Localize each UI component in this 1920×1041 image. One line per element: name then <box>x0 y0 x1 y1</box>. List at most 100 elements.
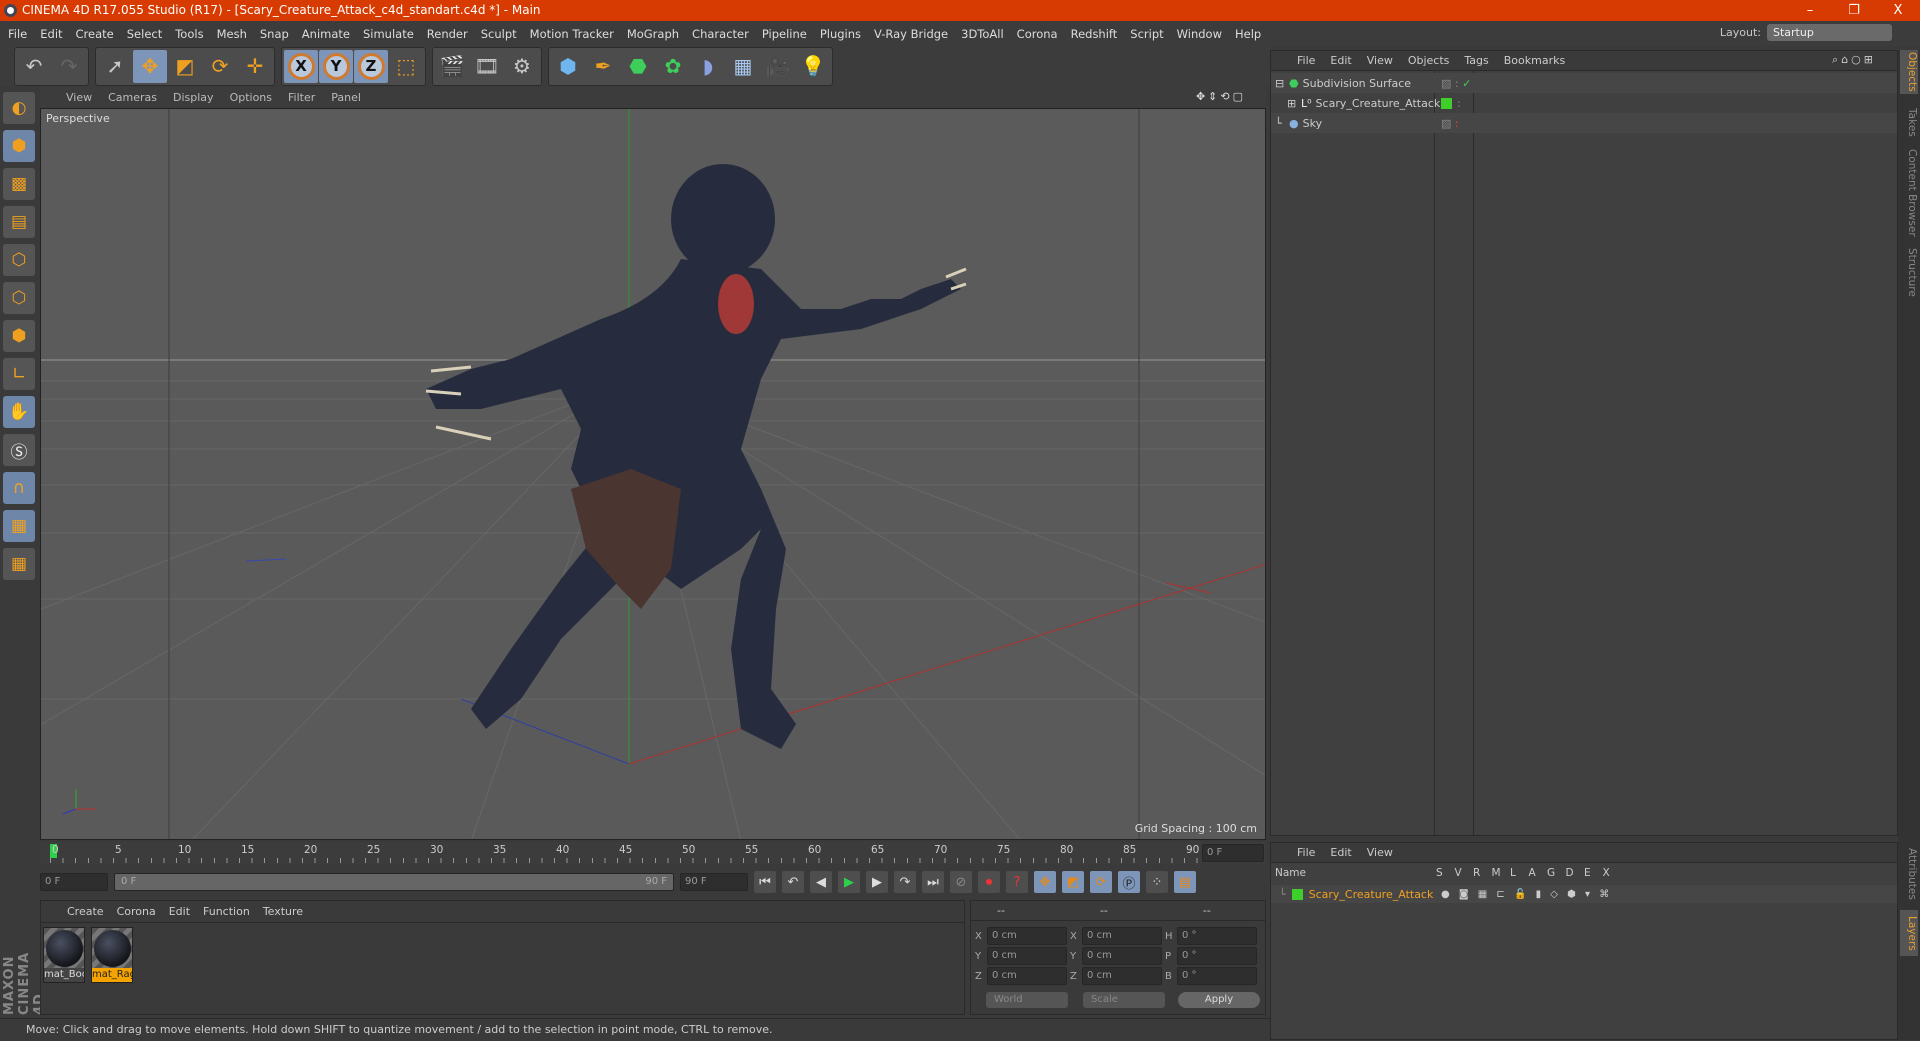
objects-menu-view[interactable]: View <box>1367 54 1393 67</box>
transform-tool-icon[interactable]: ✛ <box>238 50 272 83</box>
layers-menu-edit[interactable]: Edit <box>1330 846 1351 859</box>
material-menu-create[interactable]: Create <box>67 905 104 918</box>
objects-menu-file[interactable]: File <box>1297 54 1315 67</box>
objects-menu-bookmarks[interactable]: Bookmarks <box>1504 54 1565 67</box>
material-swatch[interactable]: mat_Boc <box>43 927 85 983</box>
transform-mode-dropdown[interactable]: Scale <box>1083 992 1165 1008</box>
layer-toggle-icons[interactable]: ● ◙ ▦ ⊏ 🔓 ▮ ◇ ⬢ ▾ ⌘ <box>1441 889 1612 900</box>
viewport-menu-display[interactable]: Display <box>173 91 214 104</box>
autokey-icon[interactable]: ? <box>1006 871 1028 893</box>
viewport-menu-view[interactable]: View <box>66 91 92 104</box>
close-button[interactable]: X <box>1876 0 1920 21</box>
layer-color-swatch[interactable] <box>1291 888 1303 900</box>
menu-plugins[interactable]: Plugins <box>820 27 861 41</box>
menu-window[interactable]: Window <box>1177 27 1222 41</box>
objects-menu-objects[interactable]: Objects <box>1408 54 1450 67</box>
coordinate-space-dropdown[interactable]: World <box>986 992 1068 1008</box>
tab-objects[interactable]: Objects <box>1900 50 1918 94</box>
menu-simulate[interactable]: Simulate <box>363 27 414 41</box>
menu-render[interactable]: Render <box>427 27 468 41</box>
layer-column-d[interactable]: D <box>1566 867 1574 883</box>
x-axis-lock[interactable]: X <box>284 49 318 83</box>
layers-menu-view[interactable]: View <box>1367 846 1393 859</box>
minimize-button[interactable]: – <box>1788 0 1832 21</box>
viewport-menu-panel[interactable]: Panel <box>331 91 361 104</box>
polygons-mode-icon[interactable]: ⬢ <box>3 320 35 352</box>
menu-redshift[interactable]: Redshift <box>1071 27 1118 41</box>
layer-column-x[interactable]: X <box>1603 867 1610 883</box>
layout-dropdown[interactable]: Startup <box>1767 24 1892 41</box>
menu-sculpt[interactable]: Sculpt <box>481 27 517 41</box>
visibility-toggle-icon[interactable]: ▨ : <box>1441 117 1459 130</box>
workplane-icon[interactable]: ▤ <box>3 206 35 238</box>
layer-column-g[interactable]: G <box>1547 867 1555 883</box>
menu-file[interactable]: File <box>8 27 27 41</box>
render-view-icon[interactable]: 🎬 <box>435 50 469 83</box>
viewport-menu-options[interactable]: Options <box>230 91 272 104</box>
subdivision-surface-icon[interactable]: ⬣ <box>621 50 655 83</box>
layer-color-tag[interactable] <box>1441 97 1452 109</box>
object-row-sky[interactable]: └ ● Sky ▨ : <box>1271 113 1897 133</box>
texture-mode-icon[interactable]: ▩ <box>3 168 35 200</box>
visibility-toggle-icon[interactable]: ▨ : ✓ <box>1441 77 1471 90</box>
3d-viewport[interactable]: Perspective Grid Spacing : 100 cm <box>40 108 1266 840</box>
menu-vray-bridge[interactable]: V-Ray Bridge <box>874 27 948 41</box>
redo-icon[interactable]: ↷ <box>52 50 86 83</box>
object-row-scary-creature-attack[interactable]: ⊞ L⁰ Scary_Creature_Attack: <box>1271 93 1897 113</box>
material-menu-texture[interactable]: Texture <box>263 905 303 918</box>
viewport-menu-cameras[interactable]: Cameras <box>108 91 157 104</box>
key-position-icon[interactable]: ✥ <box>1034 871 1056 893</box>
cube-icon[interactable]: ⬢ <box>551 50 585 83</box>
menu-help[interactable]: Help <box>1235 27 1261 41</box>
rotate-tool-icon[interactable]: ⟳ <box>203 50 237 83</box>
edges-mode-icon[interactable]: ⬡ <box>3 282 35 314</box>
pen-spline-icon[interactable]: ✒ <box>586 50 620 83</box>
floor-icon[interactable]: ▦ <box>726 50 760 83</box>
key-rotation-icon[interactable]: ⟳ <box>1090 871 1112 893</box>
menu-edit[interactable]: Edit <box>40 27 62 41</box>
layer-column-a[interactable]: A <box>1529 867 1536 883</box>
position-z-field[interactable]: 0 cm <box>987 967 1067 985</box>
light-icon[interactable]: 💡 <box>796 50 830 83</box>
next-frame-icon[interactable]: ▶ <box>866 871 888 893</box>
layer-column-r[interactable]: R <box>1473 867 1480 883</box>
scale-tool-icon[interactable]: ◩ <box>168 50 202 83</box>
undo-icon[interactable]: ↶ <box>17 50 51 83</box>
timeline-ruler[interactable]: 0 5 10 15 20 25 30 35 40 45 50 55 60 65 70 75 80 85 90 0 F <box>40 842 1266 864</box>
previous-key-icon[interactable]: ↶ <box>782 871 804 893</box>
tweak-mode-icon[interactable]: ✋ <box>3 396 35 428</box>
menu-character[interactable]: Character <box>692 27 749 41</box>
menu-select[interactable]: Select <box>127 27 162 41</box>
move-tool-icon[interactable]: ✥ <box>133 49 167 83</box>
play-icon[interactable]: ▶ <box>838 871 860 893</box>
layer-column-e[interactable]: E <box>1584 867 1591 883</box>
go-to-start-icon[interactable]: ⏮ <box>754 871 776 893</box>
menu-3dtoall[interactable]: 3DToAll <box>961 27 1004 41</box>
tab-takes[interactable]: Takes <box>1900 102 1918 142</box>
size-y-field[interactable]: 0 cm <box>1082 947 1162 965</box>
start-frame-field[interactable]: 0 F <box>40 873 108 891</box>
coordinate-system-icon[interactable]: ⬚ <box>389 50 423 83</box>
current-frame-field[interactable]: 0 F <box>1202 844 1264 862</box>
apply-button[interactable]: Apply <box>1178 992 1260 1008</box>
object-manager-search-icons[interactable]: ⌕⌂○⊞ <box>1832 53 1876 67</box>
deformer-icon[interactable]: ◗ <box>691 50 725 83</box>
object-row-subdivision-surface[interactable]: ⊟ ⬣ Subdivision Surface ▨ : ✓ <box>1271 73 1897 93</box>
size-x-field[interactable]: 0 cm <box>1082 927 1162 945</box>
menu-animate[interactable]: Animate <box>302 27 350 41</box>
menu-snap[interactable]: Snap <box>260 27 289 41</box>
layer-column-v[interactable]: V <box>1455 867 1462 883</box>
menu-mograph[interactable]: MoGraph <box>627 27 679 41</box>
layers-menu-file[interactable]: File <box>1297 846 1315 859</box>
render-settings-icon[interactable]: ⚙ <box>505 50 539 83</box>
key-pla-icon[interactable]: ⁘ <box>1146 871 1168 893</box>
locked-workplane-icon[interactable]: ▦ <box>3 510 35 542</box>
tab-attributes[interactable]: Attributes <box>1900 842 1918 906</box>
y-axis-lock[interactable]: Y <box>319 49 353 83</box>
camera-icon[interactable]: 🎥 <box>761 50 795 83</box>
frame-range-slider[interactable]: 0 F 90 F <box>114 873 674 891</box>
objects-menu-edit[interactable]: Edit <box>1330 54 1351 67</box>
material-menu-function[interactable]: Function <box>203 905 250 918</box>
menu-script[interactable]: Script <box>1130 27 1163 41</box>
rotation-b-field[interactable]: 0 ° <box>1177 967 1257 985</box>
